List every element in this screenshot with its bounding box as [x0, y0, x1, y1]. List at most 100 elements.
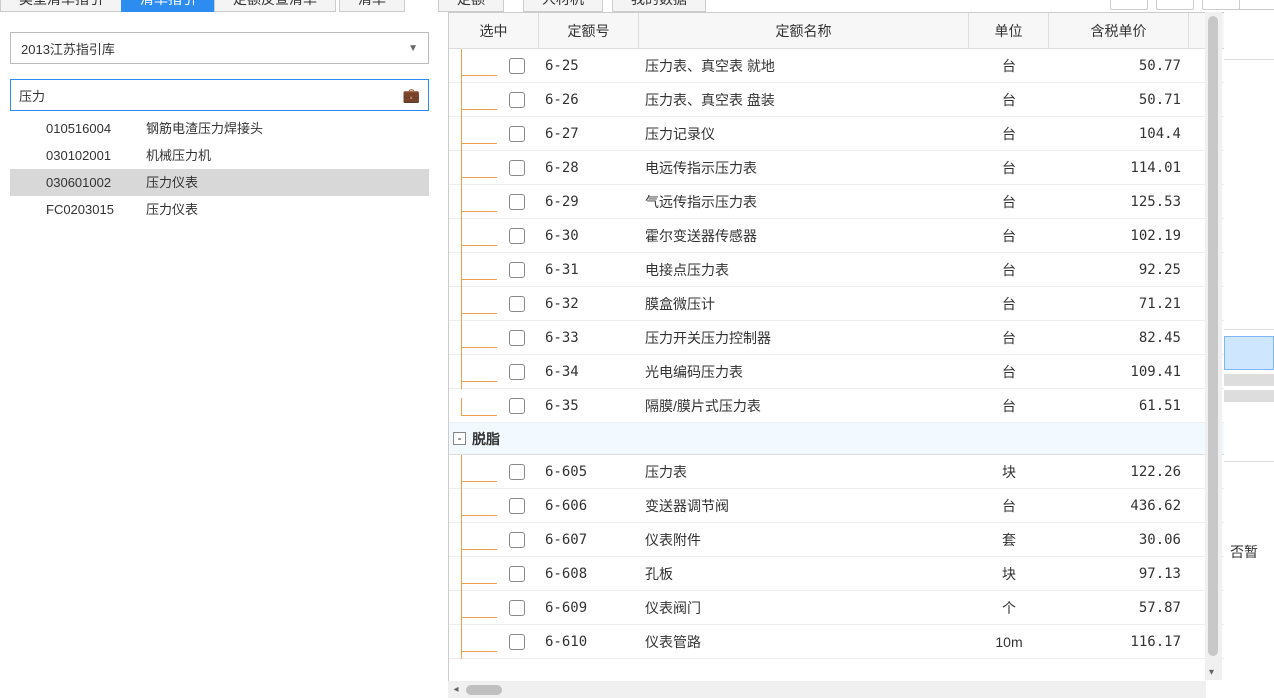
cell-code: 6-30 — [539, 228, 639, 244]
th-price[interactable]: 含税单价 — [1049, 13, 1189, 48]
cell-unit: 块 — [969, 462, 1049, 482]
cell-unit: 台 — [969, 124, 1049, 144]
cell-unit: 台 — [969, 158, 1049, 178]
row-select-cell — [449, 634, 539, 650]
right-panel: 选中 定额号 定额名称 单位 含税单价 6-25压力表、真空表 就地台50.77… — [448, 12, 1224, 698]
tree-item[interactable]: 030601002压力仪表 — [10, 169, 429, 196]
row-checkbox[interactable] — [509, 498, 525, 514]
cell-code: 6-605 — [539, 464, 639, 480]
table-row[interactable]: 6-31电接点压力表台92.25 — [449, 253, 1224, 287]
cell-name: 仪表管路 — [639, 632, 969, 652]
row-checkbox[interactable] — [509, 532, 525, 548]
vertical-scrollbar-thumb[interactable] — [1208, 16, 1218, 656]
cell-price: 57.87 — [1049, 600, 1189, 616]
cell-code: 6-33 — [539, 330, 639, 346]
tree-item[interactable]: 010516004钢筋电渣压力焊接头 — [10, 115, 429, 142]
button-row — [1110, 0, 1240, 10]
th-unit[interactable]: 单位 — [969, 13, 1049, 48]
th-select[interactable]: 选中 — [449, 13, 539, 48]
library-dropdown[interactable]: 2013江苏指引库 ▼ — [10, 32, 429, 64]
table-body[interactable]: 6-25压力表、真空表 就地台50.776-26压力表、真空表 盘装台50.71… — [449, 49, 1224, 675]
right-sliver: 否暂 — [1224, 0, 1274, 698]
cell-name: 电远传指示压力表 — [639, 158, 969, 178]
row-checkbox[interactable] — [509, 262, 525, 278]
th-name[interactable]: 定额名称 — [639, 13, 969, 48]
row-checkbox[interactable] — [509, 58, 525, 74]
th-code[interactable]: 定额号 — [539, 13, 639, 48]
table-row[interactable]: 6-33压力开关压力控制器台82.45 — [449, 321, 1224, 355]
tree-item-code: 010516004 — [46, 115, 146, 142]
cell-name: 变送器调节阀 — [639, 496, 969, 516]
top-button-1[interactable] — [1110, 0, 1148, 10]
tab-type-list-guide[interactable]: 类型清单指引 — [0, 0, 122, 12]
table-row[interactable]: 6-606变送器调节阀台436.62 — [449, 489, 1224, 523]
table-row[interactable]: 6-607仪表附件套30.06 — [449, 523, 1224, 557]
chevron-left-icon[interactable]: ◂ — [448, 684, 464, 695]
row-checkbox[interactable] — [509, 398, 525, 414]
tree-item-name: 机械压力机 — [146, 148, 211, 163]
cell-price: 82.45 — [1049, 330, 1189, 346]
row-checkbox[interactable] — [509, 92, 525, 108]
row-checkbox[interactable] — [509, 296, 525, 312]
tree-item[interactable]: FC0203015压力仪表 — [10, 196, 429, 223]
tab-list-guide[interactable]: 清单指引 — [121, 0, 215, 12]
group-row[interactable]: -脱脂 — [449, 423, 1224, 455]
row-checkbox[interactable] — [509, 228, 525, 244]
horizontal-scrollbar-thumb[interactable] — [466, 685, 502, 695]
cell-name: 压力表、真空表 盘装 — [639, 90, 969, 110]
cell-unit: 台 — [969, 328, 1049, 348]
table-row[interactable]: 6-28电远传指示压力表台114.01 — [449, 151, 1224, 185]
cell-unit: 块 — [969, 564, 1049, 584]
tab-quota[interactable]: 定额 — [438, 0, 504, 12]
table-row[interactable]: 6-608孔板块97.13 — [449, 557, 1224, 591]
vertical-scrollbar[interactable]: ▾ — [1205, 12, 1222, 680]
chevron-down-icon[interactable]: ▾ — [1209, 667, 1214, 678]
row-select-cell — [449, 228, 539, 244]
table-row[interactable]: 6-25压力表、真空表 就地台50.77 — [449, 49, 1224, 83]
row-checkbox[interactable] — [509, 364, 525, 380]
row-select-cell — [449, 330, 539, 346]
table-row[interactable]: 6-609仪表阀门个57.87 — [449, 591, 1224, 625]
top-button-2[interactable] — [1156, 0, 1194, 10]
tree-item[interactable]: 030102001机械压力机 — [10, 142, 429, 169]
table-row[interactable]: 6-26压力表、真空表 盘装台50.71 — [449, 83, 1224, 117]
row-checkbox[interactable] — [509, 126, 525, 142]
tab-material[interactable]: 人材机 — [523, 0, 603, 12]
row-checkbox[interactable] — [509, 464, 525, 480]
sliver-highlight — [1224, 336, 1274, 370]
row-select-cell — [449, 464, 539, 480]
cell-price: 97.13 — [1049, 566, 1189, 582]
table-row[interactable]: 6-30霍尔变送器传感器台102.19 — [449, 219, 1224, 253]
cell-price: 109.41 — [1049, 364, 1189, 380]
tab-list[interactable]: 清单 — [339, 0, 405, 12]
tab-my-data[interactable]: 我的数据 — [612, 0, 706, 12]
table-row[interactable]: 6-27压力记录仪台104.4 — [449, 117, 1224, 151]
table-row[interactable]: 6-29气远传指示压力表台125.53 — [449, 185, 1224, 219]
cell-name: 霍尔变送器传感器 — [639, 226, 969, 246]
row-checkbox[interactable] — [509, 634, 525, 650]
horizontal-scrollbar[interactable]: ◂ — [448, 681, 1206, 698]
cell-code: 6-606 — [539, 498, 639, 514]
cell-code: 6-607 — [539, 532, 639, 548]
table-row[interactable]: 6-34光电编码压力表台109.41 — [449, 355, 1224, 389]
row-checkbox[interactable] — [509, 194, 525, 210]
table-row[interactable]: 6-32膜盒微压计台71.21 — [449, 287, 1224, 321]
row-checkbox[interactable] — [509, 160, 525, 176]
cell-name: 仪表附件 — [639, 530, 969, 550]
row-checkbox[interactable] — [509, 330, 525, 346]
table-row[interactable]: 6-610仪表管路10m116.17 — [449, 625, 1224, 659]
cell-name: 电接点压力表 — [639, 260, 969, 280]
briefcase-icon[interactable]: 💼 — [403, 87, 420, 104]
row-checkbox[interactable] — [509, 566, 525, 582]
table-row[interactable]: 6-605压力表块122.26 — [449, 455, 1224, 489]
cell-name: 膜盒微压计 — [639, 294, 969, 314]
search-input[interactable]: 压力 💼 — [10, 79, 429, 111]
cell-code: 6-608 — [539, 566, 639, 582]
collapse-icon[interactable]: - — [453, 432, 466, 445]
table-row[interactable]: 6-35隔膜/膜片式压力表台61.51 — [449, 389, 1224, 423]
cell-unit: 台 — [969, 56, 1049, 76]
tab-quota-reverse[interactable]: 定额反查清单 — [214, 0, 336, 12]
cell-price: 116.17 — [1049, 634, 1189, 650]
cell-unit: 台 — [969, 362, 1049, 382]
row-checkbox[interactable] — [509, 600, 525, 616]
